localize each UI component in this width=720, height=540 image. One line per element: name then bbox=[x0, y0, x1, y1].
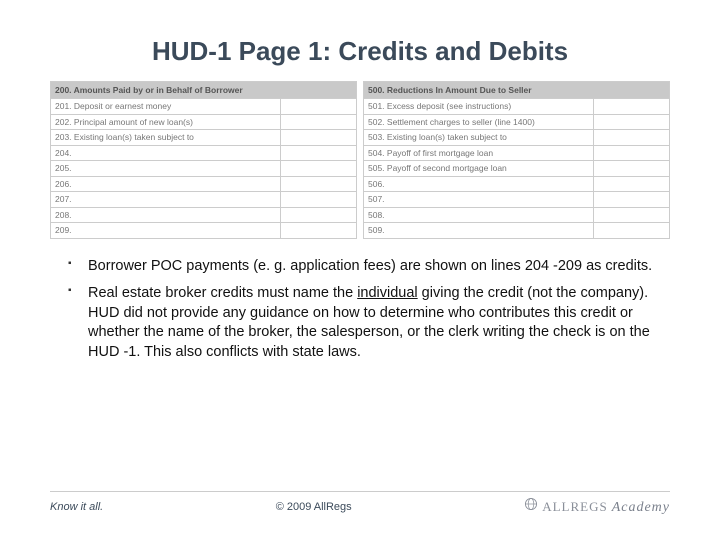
bullet-text: Real estate broker credits must name the bbox=[88, 285, 357, 301]
seller-row-value bbox=[593, 130, 670, 146]
seller-row-label: 507. bbox=[364, 192, 594, 208]
logo: ALLREGS Academy bbox=[524, 497, 670, 516]
borrower-row-label: 203. Existing loan(s) taken subject to bbox=[51, 130, 281, 146]
table-row: 208. bbox=[51, 207, 357, 223]
footer-copyright: © 2009 AllRegs bbox=[103, 501, 524, 513]
table-row: 209. bbox=[51, 223, 357, 239]
logo-text-sub: Academy bbox=[612, 500, 670, 516]
borrower-row-label: 209. bbox=[51, 223, 281, 239]
page-title: HUD-1 Page 1: Credits and Debits bbox=[50, 36, 670, 67]
table-row: 504. Payoff of first mortgage loan bbox=[364, 145, 670, 161]
bullet-item: Real estate broker credits must name the… bbox=[68, 284, 660, 362]
seller-row-value bbox=[593, 99, 670, 115]
seller-row-label: 504. Payoff of first mortgage loan bbox=[364, 145, 594, 161]
table-row: 207. bbox=[51, 192, 357, 208]
borrower-row-value bbox=[280, 145, 357, 161]
borrower-row-value bbox=[280, 161, 357, 177]
borrower-row-label: 207. bbox=[51, 192, 281, 208]
table-row: 507. bbox=[364, 192, 670, 208]
table-row: 506. bbox=[364, 176, 670, 192]
table-row: 202. Principal amount of new loan(s) bbox=[51, 114, 357, 130]
borrower-row-value bbox=[280, 130, 357, 146]
borrower-row-label: 201. Deposit or earnest money bbox=[51, 99, 281, 115]
seller-row-value bbox=[593, 161, 670, 177]
footer: Know it all. © 2009 AllRegs ALLREGS Acad… bbox=[0, 497, 720, 516]
table-row: 502. Settlement charges to seller (line … bbox=[364, 114, 670, 130]
seller-row-label: 506. bbox=[364, 176, 594, 192]
table-row: 203. Existing loan(s) taken subject to bbox=[51, 130, 357, 146]
table-row: 508. bbox=[364, 207, 670, 223]
borrower-table: 200. Amounts Paid by or in Behalf of Bor… bbox=[50, 81, 357, 239]
tables-row: 200. Amounts Paid by or in Behalf of Bor… bbox=[50, 81, 670, 239]
borrower-row-label: 204. bbox=[51, 145, 281, 161]
borrower-row-label: 206. bbox=[51, 176, 281, 192]
borrower-row-value bbox=[280, 223, 357, 239]
seller-table-header: 500. Reductions In Amount Due to Seller bbox=[364, 82, 670, 99]
seller-row-value bbox=[593, 223, 670, 239]
borrower-row-value bbox=[280, 192, 357, 208]
seller-row-label: 502. Settlement charges to seller (line … bbox=[364, 114, 594, 130]
bullet-list: Borrower POC payments (e. g. application… bbox=[50, 257, 670, 363]
borrower-row-label: 208. bbox=[51, 207, 281, 223]
bullet-text: Borrower POC payments (e. g. application… bbox=[88, 258, 652, 274]
table-row: 505. Payoff of second mortgage loan bbox=[364, 161, 670, 177]
seller-table: 500. Reductions In Amount Due to Seller … bbox=[363, 81, 670, 239]
seller-row-value bbox=[593, 176, 670, 192]
borrower-row-label: 202. Principal amount of new loan(s) bbox=[51, 114, 281, 130]
table-row: 201. Deposit or earnest money bbox=[51, 99, 357, 115]
seller-row-value bbox=[593, 145, 670, 161]
seller-row-value bbox=[593, 207, 670, 223]
seller-row-value bbox=[593, 192, 670, 208]
seller-row-label: 505. Payoff of second mortgage loan bbox=[364, 161, 594, 177]
seller-row-label: 501. Excess deposit (see instructions) bbox=[364, 99, 594, 115]
seller-row-label: 509. bbox=[364, 223, 594, 239]
table-row: 501. Excess deposit (see instructions) bbox=[364, 99, 670, 115]
seller-row-label: 508. bbox=[364, 207, 594, 223]
table-row: 509. bbox=[364, 223, 670, 239]
seller-row-value bbox=[593, 114, 670, 130]
borrower-table-header: 200. Amounts Paid by or in Behalf of Bor… bbox=[51, 82, 357, 99]
borrower-row-value bbox=[280, 99, 357, 115]
globe-icon bbox=[524, 497, 538, 511]
table-row: 204. bbox=[51, 145, 357, 161]
borrower-row-value bbox=[280, 114, 357, 130]
table-row: 503. Existing loan(s) taken subject to bbox=[364, 130, 670, 146]
bullet-underline: individual bbox=[357, 285, 417, 301]
seller-row-label: 503. Existing loan(s) taken subject to bbox=[364, 130, 594, 146]
bullet-item: Borrower POC payments (e. g. application… bbox=[68, 257, 660, 277]
slide-root: HUD-1 Page 1: Credits and Debits 200. Am… bbox=[0, 0, 720, 540]
table-row: 206. bbox=[51, 176, 357, 192]
footer-tagline: Know it all. bbox=[50, 501, 103, 513]
borrower-row-value bbox=[280, 207, 357, 223]
table-row: 205. bbox=[51, 161, 357, 177]
borrower-row-label: 205. bbox=[51, 161, 281, 177]
footer-rule bbox=[50, 491, 670, 492]
logo-text-main: ALLREGS bbox=[542, 499, 608, 515]
borrower-row-value bbox=[280, 176, 357, 192]
